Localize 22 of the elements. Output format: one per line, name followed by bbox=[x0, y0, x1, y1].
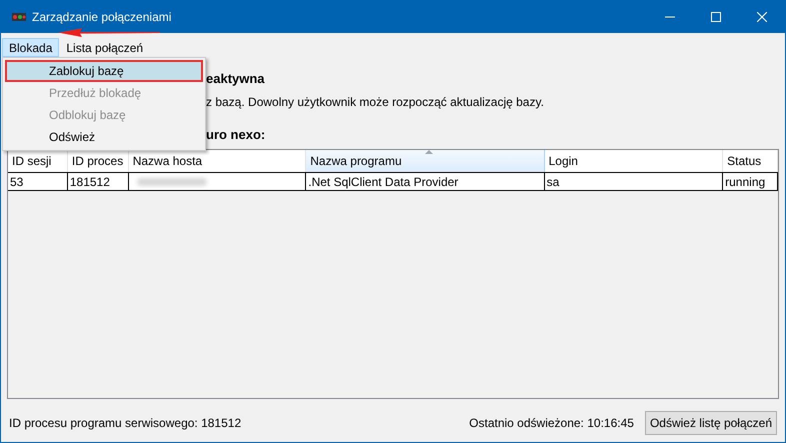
column-header[interactable]: Nazwa programu bbox=[306, 150, 545, 172]
menu-item[interactable]: Blokada bbox=[2, 38, 60, 57]
table-cell-text: running bbox=[725, 174, 766, 190]
menu-option[interactable]: Zablokuj bazę bbox=[5, 60, 203, 82]
description-text: z bazą. Dowolny użytkownik może rozpocząć aktualizację bazy. bbox=[206, 94, 544, 111]
blurred-hostname bbox=[136, 178, 207, 186]
table-cell-text: sa bbox=[546, 174, 560, 190]
table-label: uro nexo: bbox=[206, 126, 266, 144]
app-logo-icon bbox=[12, 13, 26, 21]
menu-item[interactable]: Lista połączeń bbox=[59, 38, 150, 57]
refresh-button[interactable]: Odśwież listę połączeń bbox=[644, 410, 777, 434]
maximize-icon[interactable] bbox=[711, 12, 721, 22]
window-title: Zarządzanie połączeniami bbox=[32, 9, 172, 26]
process-id-text: ID procesu programu serwisowego: 181512 bbox=[9, 414, 242, 432]
last-refresh-text: Ostatnio odświeżone: 10:16:45 bbox=[469, 414, 634, 432]
status-heading: eaktywna bbox=[206, 70, 265, 88]
table-cell-text: .Net SqlClient Data Provider bbox=[308, 174, 458, 190]
menu-option[interactable]: Odśwież bbox=[5, 126, 203, 148]
table-cell-text: 181512 bbox=[70, 174, 110, 190]
table-cell-text: 53 bbox=[10, 174, 24, 190]
sort-arrow-icon bbox=[424, 150, 433, 154]
close-icon[interactable] bbox=[757, 12, 767, 22]
